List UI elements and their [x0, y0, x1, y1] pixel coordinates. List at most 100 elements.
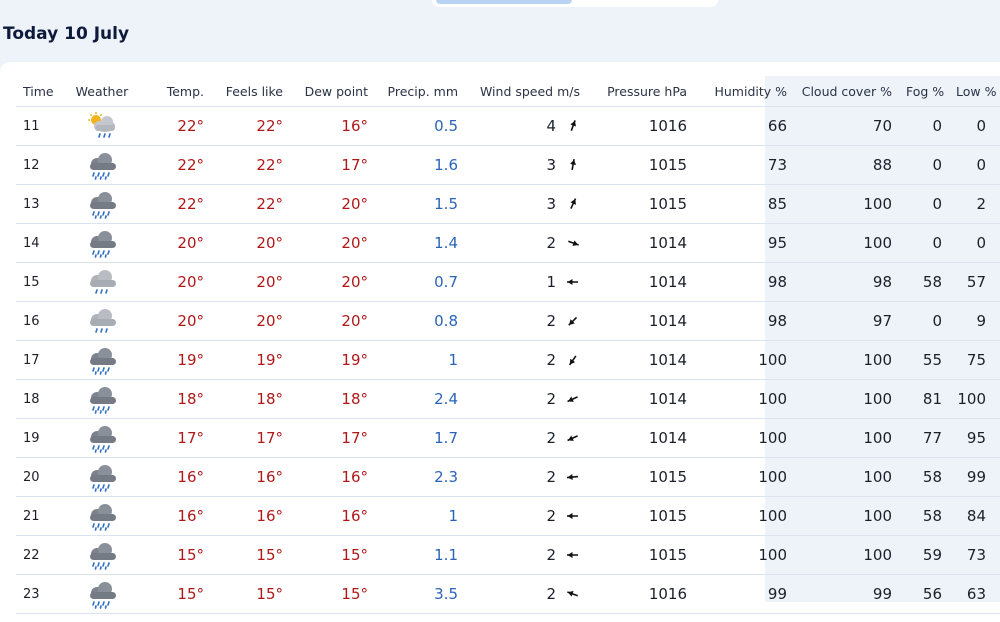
wind-direction-arrow-icon [568, 316, 578, 326]
wind-speed: 1 [546, 273, 556, 291]
temp-cell: 17° [142, 418, 218, 458]
low-cloud-cell: 2 [956, 184, 1000, 224]
temp-cell: 18° [142, 379, 218, 419]
fog-cell: 0 [906, 301, 956, 341]
table-row: 18 18° 18° 18° 2.4 2 1014 100 100 81 100 [16, 379, 1000, 419]
fog-cell: 0 [906, 184, 956, 224]
wind-direction-arrow-icon [567, 279, 578, 285]
humidity-cell: 73 [701, 145, 801, 185]
precip-cell: 0.5 [382, 106, 472, 146]
header-weather: Weather [62, 76, 142, 107]
wind-cell: 2 [472, 496, 594, 536]
humidity-cell: 100 [701, 457, 801, 497]
feels-like-cell: 19° [218, 340, 297, 380]
precip-cell: 2.3 [382, 457, 472, 497]
pressure-cell: 1016 [594, 106, 701, 146]
wind-direction-arrow-icon [567, 435, 578, 442]
wind-cell: 2 [472, 535, 594, 575]
humidity-cell: 85 [701, 184, 801, 224]
precip-cell: 0.8 [382, 301, 472, 341]
humidity-cell: 100 [701, 418, 801, 458]
low-cloud-cell: 100 [956, 379, 1000, 419]
dew-point-cell: 17° [297, 418, 382, 458]
humidity-cell: 95 [701, 223, 801, 263]
hourly-forecast-table: Time Weather Temp. Feels like Dew point … [16, 76, 1000, 614]
feels-like-cell: 22° [218, 184, 297, 224]
partly-sunny-rain-icon [62, 106, 142, 146]
feels-like-cell: 18° [218, 379, 297, 419]
low-cloud-cell: 75 [956, 340, 1000, 380]
low-cloud-cell: 0 [956, 223, 1000, 263]
humidity-cell: 100 [701, 379, 801, 419]
time-cell: 11 [16, 106, 62, 146]
cloud-cover-cell: 100 [801, 457, 906, 497]
feels-like-cell: 16° [218, 457, 297, 497]
wind-speed: 2 [546, 546, 556, 564]
table-row: 20 16° 16° 16° 2.3 2 1015 100 100 58 99 [16, 457, 1000, 497]
active-view-tab[interactable] [436, 0, 572, 4]
dew-point-cell: 20° [297, 301, 382, 341]
temp-cell: 22° [142, 145, 218, 185]
precip-cell: 3.5 [382, 574, 472, 614]
rain-cloud-icon [62, 223, 142, 263]
header-feels-like: Feels like [218, 76, 297, 107]
pressure-cell: 1015 [594, 535, 701, 575]
wind-speed: 3 [546, 156, 556, 174]
wind-speed: 2 [546, 234, 556, 252]
header-precip: Precip. mm [382, 76, 472, 107]
wind-speed: 4 [546, 117, 556, 135]
precip-cell: 1.5 [382, 184, 472, 224]
humidity-cell: 98 [701, 301, 801, 341]
time-cell: 23 [16, 574, 62, 614]
low-cloud-cell: 95 [956, 418, 1000, 458]
cloud-cover-cell: 100 [801, 379, 906, 419]
header-wind: Wind speed m/s [472, 76, 594, 107]
cloud-cover-cell: 100 [801, 418, 906, 458]
feels-like-cell: 17° [218, 418, 297, 458]
pressure-cell: 1014 [594, 301, 701, 341]
fog-cell: 77 [906, 418, 956, 458]
time-cell: 21 [16, 496, 62, 536]
cloud-cover-cell: 100 [801, 340, 906, 380]
pressure-cell: 1015 [594, 496, 701, 536]
low-cloud-cell: 0 [956, 106, 1000, 146]
humidity-cell: 100 [701, 340, 801, 380]
pressure-cell: 1014 [594, 340, 701, 380]
temp-cell: 22° [142, 184, 218, 224]
dew-point-cell: 16° [297, 106, 382, 146]
pressure-cell: 1015 [594, 145, 701, 185]
dew-point-cell: 15° [297, 574, 382, 614]
wind-cell: 3 [472, 145, 594, 185]
feels-like-cell: 22° [218, 145, 297, 185]
wind-cell: 3 [472, 184, 594, 224]
table-row: 17 19° 19° 19° 1 2 1014 100 100 55 75 [16, 340, 1000, 380]
pressure-cell: 1014 [594, 418, 701, 458]
wind-direction-arrow-icon [567, 513, 578, 519]
pressure-cell: 1014 [594, 379, 701, 419]
wind-cell: 2 [472, 457, 594, 497]
wind-cell: 2 [472, 340, 594, 380]
wind-direction-arrow-icon [570, 120, 576, 131]
feels-like-cell: 15° [218, 535, 297, 575]
wind-cell: 2 [472, 379, 594, 419]
header-cloud-cover: Cloud cover % [801, 76, 906, 107]
cloud-cover-cell: 97 [801, 301, 906, 341]
wind-direction-arrow-icon [567, 552, 578, 558]
cloud-cover-cell: 100 [801, 184, 906, 224]
wind-speed: 2 [546, 429, 556, 447]
fog-cell: 58 [906, 496, 956, 536]
humidity-cell: 98 [701, 262, 801, 302]
precip-cell: 0.7 [382, 262, 472, 302]
time-cell: 19 [16, 418, 62, 458]
humidity-cell: 99 [701, 574, 801, 614]
precip-cell: 1.1 [382, 535, 472, 575]
dew-point-cell: 20° [297, 262, 382, 302]
time-cell: 16 [16, 301, 62, 341]
view-tab-bar [432, 0, 718, 7]
precip-cell: 1.6 [382, 145, 472, 185]
header-pressure: Pressure hPa [594, 76, 701, 107]
feels-like-cell: 20° [218, 262, 297, 302]
dew-point-cell: 20° [297, 184, 382, 224]
wind-speed: 2 [546, 351, 556, 369]
temp-cell: 16° [142, 457, 218, 497]
